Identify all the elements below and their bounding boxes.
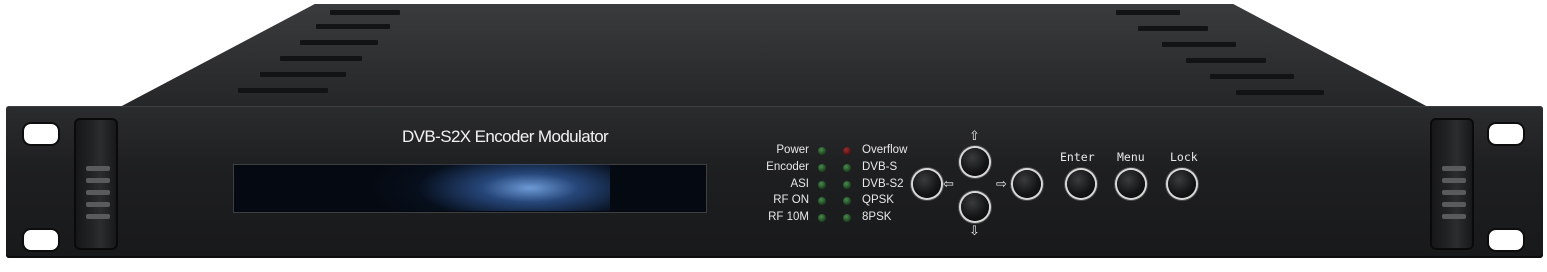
vent-slot <box>1162 42 1236 47</box>
power-led <box>818 147 826 155</box>
indicator-label-overflow: Overflow <box>862 144 908 156</box>
indicator-label-8psk: 8PSK <box>862 211 892 223</box>
rack-mount-hole <box>1487 122 1525 146</box>
encoder-led <box>818 164 826 172</box>
vent-slot <box>1186 58 1266 63</box>
dvb-s-led <box>843 164 851 172</box>
right-arrow-icon: ⇨ <box>996 177 1007 192</box>
handle-slot <box>1442 214 1466 219</box>
vent-slot <box>1138 26 1208 31</box>
up-arrow-icon: ⇧ <box>969 129 980 144</box>
menu-button[interactable] <box>1117 170 1145 198</box>
rf-10m-led <box>818 214 826 222</box>
vent-slot <box>260 72 346 77</box>
right-button[interactable] <box>1013 170 1041 198</box>
device-title: DVB-S2X Encoder Modulator <box>402 127 609 146</box>
handle-slot <box>1442 190 1466 195</box>
asi-led <box>818 181 826 189</box>
overflow-led <box>843 147 851 155</box>
left-handle <box>74 118 118 250</box>
indicator-label-asi: ASI <box>790 178 809 190</box>
indicator-label-rf-10m: RF 10M <box>768 211 809 223</box>
8psk-led <box>843 214 851 222</box>
vent-slot <box>1236 90 1324 95</box>
indicator-label-encoder: Encoder <box>766 161 809 173</box>
left-arrow-icon: ⇦ <box>943 177 954 192</box>
rack-mount-hole <box>1487 228 1525 252</box>
enter-label: Enter <box>1060 150 1095 164</box>
rf-on-led <box>818 197 826 205</box>
lcd-backlight-glow <box>300 164 610 211</box>
menu-label: Menu <box>1117 150 1145 164</box>
rack-mount-hole <box>22 228 60 252</box>
lock-label: Lock <box>1170 150 1198 164</box>
vent-slot <box>280 56 362 61</box>
handle-slot <box>1442 166 1466 171</box>
rack-mount-hole <box>22 122 60 146</box>
right-handle <box>1430 118 1474 250</box>
indicator-label-qpsk: QPSK <box>862 194 894 206</box>
indicator-label-rf-on: RF ON <box>773 194 809 206</box>
handle-slot <box>1442 202 1466 207</box>
handle-slot <box>86 166 110 171</box>
handle-slot <box>86 202 110 207</box>
down-button[interactable] <box>961 193 989 221</box>
vent-slot <box>300 40 378 45</box>
down-arrow-icon: ⇩ <box>969 224 980 239</box>
indicator-label-dvb-s2: DVB-S2 <box>862 178 904 190</box>
enter-button[interactable] <box>1067 170 1095 198</box>
dvb-s2-led <box>843 181 851 189</box>
handle-slot <box>86 214 110 219</box>
left-button[interactable] <box>913 170 941 198</box>
vent-slot <box>1116 10 1180 15</box>
indicator-label-power: Power <box>776 144 809 156</box>
handle-slot <box>1442 178 1466 183</box>
handle-slot <box>86 178 110 183</box>
vent-slot <box>330 10 400 15</box>
vent-slot <box>1210 74 1294 79</box>
indicator-label-dvb-s: DVB-S <box>862 161 898 173</box>
vent-slot <box>238 88 328 93</box>
qpsk-led <box>843 197 851 205</box>
vent-slot <box>316 24 390 29</box>
lock-button[interactable] <box>1168 170 1196 198</box>
handle-slot <box>86 190 110 195</box>
encoder-modulator-device: DVB-S2X Encoder Modulator Power Encoder … <box>0 0 1547 272</box>
up-button[interactable] <box>961 148 989 176</box>
